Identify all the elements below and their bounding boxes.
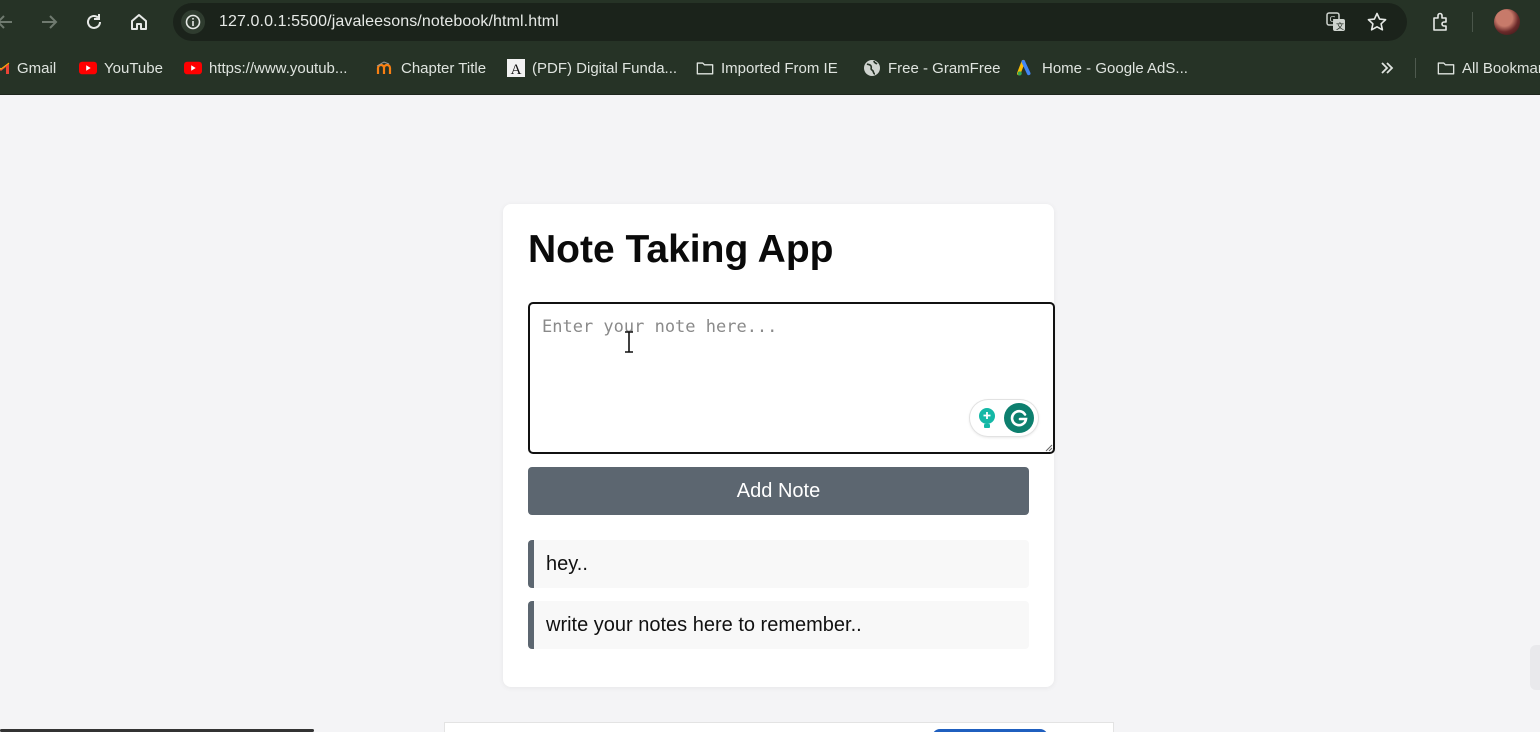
bookmarks-divider (1415, 58, 1416, 78)
arrow-right-icon (42, 15, 58, 29)
lightbulb-icon[interactable] (974, 405, 1000, 431)
profile-avatar[interactable] (1494, 9, 1520, 35)
translate-icon[interactable]: 文G (1325, 11, 1347, 33)
address-bar[interactable]: 127.0.0.1:5500/javaleesons/notebook/html… (173, 3, 1407, 41)
note-app-card: Note Taking App Add Note hey.. write you… (503, 204, 1055, 687)
home-icon (131, 14, 147, 30)
academia-icon: A (507, 59, 525, 77)
bookmark-google-ads[interactable]: Home - Google AdS... (1017, 57, 1188, 79)
bookmark-chapter-title[interactable]: Chapter Title (376, 57, 486, 79)
grammarly-icon[interactable] (1004, 403, 1034, 433)
all-bookmarks-button[interactable]: All Bookmarks (1437, 57, 1540, 79)
bookmarks-overflow-button[interactable] (1378, 57, 1403, 79)
reload-button[interactable] (81, 9, 107, 35)
toolbar-divider (1472, 12, 1473, 32)
note-text: hey.. (546, 552, 588, 575)
bookmark-youtube-link[interactable]: https://www.youtub... (184, 57, 347, 79)
bookmark-imported-from-ie[interactable]: Imported From IE (696, 57, 838, 79)
note-item: write your notes here to remember.. (528, 601, 1029, 649)
svg-text:G: G (1330, 15, 1336, 24)
page-title: Note Taking App (528, 228, 834, 271)
extensions-icon[interactable] (1428, 9, 1454, 35)
youtube-icon (79, 59, 97, 77)
svg-text:文: 文 (1336, 21, 1344, 31)
svg-text:A: A (511, 62, 522, 77)
back-button[interactable] (0, 9, 18, 35)
url-text: 127.0.0.1:5500/javaleesons/notebook/html… (219, 13, 559, 30)
note-text: write your notes here to remember.. (546, 613, 862, 636)
double-chevron-right-icon (1378, 59, 1396, 77)
bookmark-youtube[interactable]: YouTube (79, 57, 163, 79)
globe-icon (863, 59, 881, 77)
folder-icon (1437, 59, 1455, 77)
youtube-icon (184, 59, 202, 77)
bookmark-gramfree[interactable]: Free - GramFree (863, 57, 1001, 79)
home-button[interactable] (126, 9, 152, 35)
resize-handle-icon[interactable] (1043, 442, 1053, 452)
bookmark-star-icon[interactable] (1366, 11, 1388, 33)
folder-icon (696, 59, 714, 77)
chrome-divider (0, 94, 1540, 95)
add-note-button[interactable]: Add Note (528, 467, 1029, 515)
browser-toolbar: 127.0.0.1:5500/javaleesons/notebook/html… (0, 0, 1540, 44)
reload-icon (87, 14, 101, 29)
gmail-icon (0, 59, 10, 77)
google-ads-icon (1017, 59, 1035, 77)
note-item: hey.. (528, 540, 1029, 588)
moodle-icon (376, 59, 394, 77)
site-info-icon[interactable] (181, 10, 205, 34)
bookmark-gmail[interactable]: Gmail (0, 57, 56, 79)
arrow-left-icon (0, 15, 12, 29)
bookmarks-bar: Gmail YouTube https://www.youtub... Chap… (0, 44, 1540, 94)
bookmark-pdf-digital[interactable]: A (PDF) Digital Funda... (507, 57, 677, 79)
side-panel-tab[interactable] (1530, 645, 1540, 690)
forward-button[interactable] (36, 9, 62, 35)
grammarly-widget[interactable] (970, 400, 1038, 436)
